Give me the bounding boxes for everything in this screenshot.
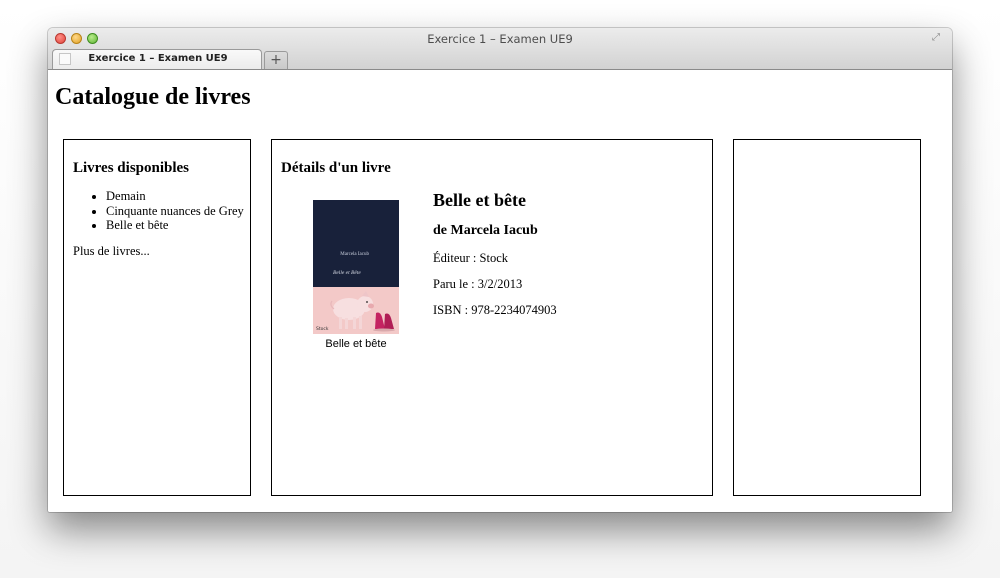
browser-window: Exercice 1 – Examen UE9 ⤢ Exercice 1 – E… [48,28,952,512]
available-books-panel: Livres disponibles Demain Cinquante nuan… [63,139,251,496]
cover-bottom: Stock [313,287,399,334]
available-books-heading: Livres disponibles [73,160,190,176]
page-content: Catalogue de livres Livres disponibles D… [48,70,952,512]
list-item[interactable]: Cinquante nuances de Grey [106,204,244,219]
book-title: Belle et bête [433,190,526,210]
book-details-heading: Détails d'un livre [281,160,391,176]
cover-top: Marcela Iacub Belle et Bête [313,200,399,287]
tab-active[interactable]: Exercice 1 – Examen UE9 [52,49,262,69]
cover-author: Marcela Iacub [340,252,369,257]
book-list: Demain Cinquante nuances de Grey Belle e… [73,189,244,233]
book-cover-image: Marcela Iacub Belle et Bête Stock [313,200,399,334]
book-publisher: Éditeur : Stock [433,251,508,265]
list-item[interactable]: Demain [106,189,244,204]
book-publication-date: Paru le : 3/2/2013 [433,277,523,291]
book-author: de Marcela Iacub [433,223,538,238]
empty-panel [733,139,921,496]
page-title: Catalogue de livres [55,84,251,110]
tab-label: Exercice 1 – Examen UE9 [88,53,228,64]
cover-publisher: Stock [316,327,329,332]
new-tab-button[interactable]: + [264,51,288,69]
book-details-panel: Détails d'un livre Marcela Iacub Belle e… [271,139,713,496]
title-bar: Exercice 1 – Examen UE9 ⤢ Exercice 1 – E… [48,28,952,70]
cover-caption: Belle et bête [325,338,387,350]
window-title: Exercice 1 – Examen UE9 [427,32,573,46]
list-item[interactable]: Belle et bête [106,218,244,233]
fullscreen-icon[interactable]: ⤢ [932,32,944,44]
cover-title: Belle et Bête [333,270,361,276]
book-isbn: ISBN : 978-2234074903 [433,303,557,317]
more-books-link[interactable]: Plus de livres... [73,244,150,259]
